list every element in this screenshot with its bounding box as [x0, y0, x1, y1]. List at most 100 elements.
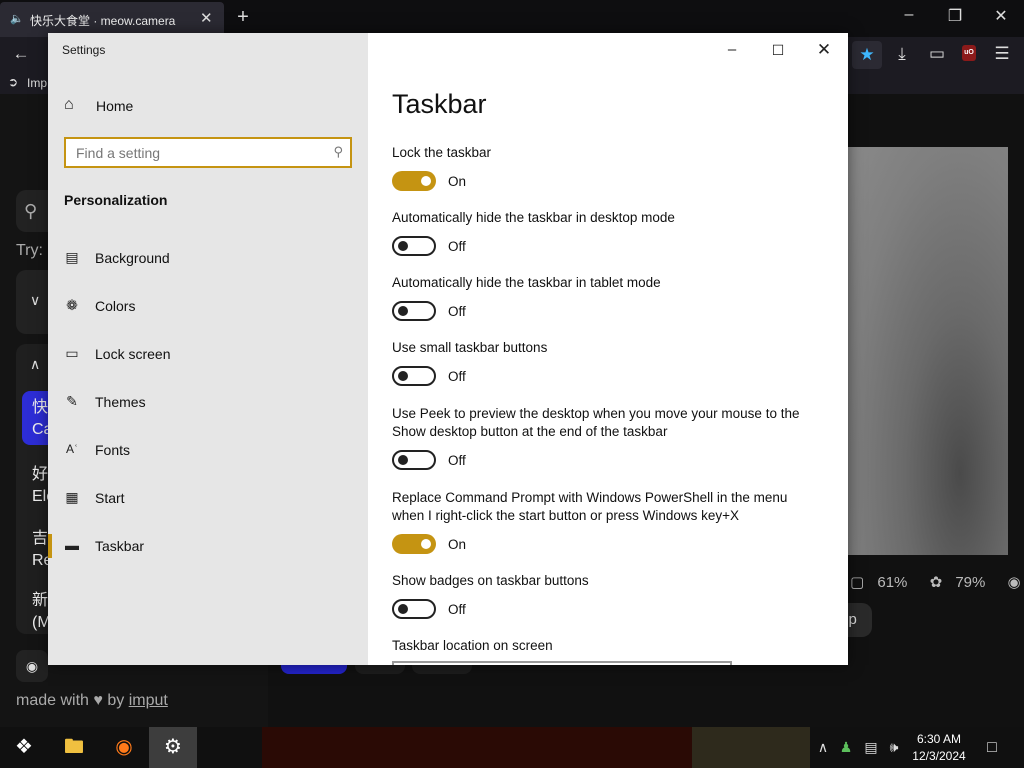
- bookmark-import[interactable]: Imp: [27, 76, 47, 90]
- clock-date: 12/3/2024: [912, 749, 966, 763]
- sidebar-item-label: Taskbar: [95, 538, 145, 554]
- taskbar-location-dropdown[interactable]: [392, 661, 732, 665]
- sidebar-item-label: Fonts: [95, 442, 131, 458]
- sidebar-item-label: Themes: [95, 394, 146, 410]
- firefox-icon[interactable]: ◉: [100, 727, 148, 768]
- autohide-tablet-label: Automatically hide the taskbar in tablet…: [392, 275, 661, 290]
- chevron-up-icon[interactable]: ∧: [30, 356, 40, 373]
- badges-state: Off: [448, 602, 466, 617]
- autohide-desktop-toggle[interactable]: [392, 236, 436, 256]
- lock-taskbar-toggle[interactable]: [392, 171, 436, 191]
- stat-1-icon: ▢: [850, 574, 865, 591]
- lock-screen-icon: ▭: [65, 345, 79, 361]
- autohide-desktop-label: Automatically hide the taskbar in deskto…: [392, 210, 675, 225]
- section-heading: Personalization: [64, 192, 168, 208]
- small-buttons-toggle[interactable]: [392, 366, 436, 386]
- autohide-tablet-state: Off: [448, 304, 466, 319]
- extensions-icon[interactable]: ▭: [922, 44, 952, 64]
- stat-2-icon: ✿: [929, 574, 943, 591]
- powershell-state: On: [448, 537, 467, 552]
- eye-icon: ◉: [1007, 574, 1021, 591]
- font-icon: Aʿ: [66, 442, 78, 456]
- picture-icon: ▤: [65, 249, 79, 265]
- peek-label: Use Peek to preview the desktop when you…: [392, 406, 800, 439]
- camera-feed-image: [848, 147, 1008, 555]
- stat-2: ✿ 79%: [929, 574, 986, 591]
- sidebar-item-label: Background: [95, 250, 170, 266]
- windows-start-icon[interactable]: ❖: [0, 727, 48, 768]
- find-setting-input[interactable]: [66, 139, 316, 166]
- browser-close-button[interactable]: ✕: [978, 6, 1024, 26]
- stat-3: ◉ 10: [1008, 574, 1024, 591]
- palette-icon: ❁: [66, 297, 78, 313]
- home-label: Home: [96, 98, 134, 114]
- ublock-icon[interactable]: uO: [962, 45, 976, 61]
- lock-taskbar-state: On: [448, 174, 467, 189]
- discord-icon[interactable]: ◉: [16, 650, 48, 682]
- browser-restore-button[interactable]: ❐: [932, 6, 978, 26]
- taskbar-icon: ▬: [65, 537, 79, 553]
- badges-label: Show badges on taskbar buttons: [392, 573, 589, 588]
- page-stats: ▢ 61% ✿ 79% ◉ 10: [850, 573, 1024, 591]
- settings-sidebar: Settings ⌂ Home ⚲ Personalization ▤ Back…: [48, 33, 368, 665]
- notification-icon[interactable]: □: [980, 727, 1004, 768]
- sidebar-item-background[interactable]: ▤ Background: [48, 238, 368, 278]
- autohide-desktop-state: Off: [448, 239, 466, 254]
- network-icon[interactable]: ▤: [860, 727, 882, 768]
- settings-main-pane: – ☐ ✕ Taskbar Lock the taskbar On Automa…: [368, 33, 848, 665]
- maximize-button[interactable]: ☐: [755, 39, 801, 61]
- peek-toggle[interactable]: [392, 450, 436, 470]
- windows-taskbar: ❖ 🖿 ◉ ⚙ ∧ ♟ ▤ 🕪 6:30 AM 12/3/2024 □: [0, 727, 1024, 768]
- powershell-toggle[interactable]: [392, 534, 436, 554]
- sidebar-item-taskbar[interactable]: ▬ Taskbar: [48, 526, 368, 566]
- powershell-label: Replace Command Prompt with Windows Powe…: [392, 490, 788, 523]
- brush-icon: ✎: [66, 393, 78, 409]
- file-explorer-icon[interactable]: 🖿: [50, 727, 98, 768]
- speaker-icon[interactable]: 🔈: [10, 12, 24, 25]
- close-button[interactable]: ✕: [801, 39, 847, 61]
- sidebar-item-colors[interactable]: ❁ Colors: [48, 286, 368, 326]
- small-buttons-label: Use small taskbar buttons: [392, 340, 548, 355]
- home-nav-item[interactable]: ⌂ Home: [48, 91, 368, 121]
- back-arrow-icon[interactable]: ←: [6, 44, 36, 64]
- close-tab-icon[interactable]: ✕: [200, 9, 213, 27]
- peek-state: Off: [448, 453, 466, 468]
- page-try-label: Try:: [16, 242, 43, 259]
- author-link[interactable]: imput: [129, 692, 168, 709]
- home-icon: ⌂: [64, 96, 74, 113]
- small-buttons-state: Off: [448, 369, 466, 384]
- download-icon[interactable]: ⤓: [887, 44, 917, 64]
- user-icon[interactable]: ♟: [836, 727, 856, 768]
- import-icon[interactable]: ➲: [8, 75, 18, 89]
- autohide-tablet-toggle[interactable]: [392, 301, 436, 321]
- new-tab-button[interactable]: +: [232, 6, 254, 29]
- taskbar-clock[interactable]: 6:30 AM 12/3/2024: [905, 731, 973, 765]
- bookmark-star-icon[interactable]: ★: [852, 41, 882, 69]
- settings-window-title: Settings: [62, 43, 106, 57]
- find-setting-search-box[interactable]: ⚲: [64, 137, 352, 168]
- browser-minimize-button[interactable]: –: [886, 6, 932, 24]
- volume-icon[interactable]: 🕪: [884, 727, 904, 768]
- badges-toggle[interactable]: [392, 599, 436, 619]
- sidebar-item-start[interactable]: ▦ Start: [48, 478, 368, 518]
- start-menu-icon: ▦: [65, 489, 79, 505]
- page-title: Taskbar: [392, 89, 487, 119]
- chevron-up-icon[interactable]: ∧: [814, 727, 832, 768]
- sidebar-item-themes[interactable]: ✎ Themes: [48, 382, 368, 422]
- sidebar-item-fonts[interactable]: Aʿ Fonts: [48, 430, 368, 470]
- minimize-button[interactable]: –: [709, 39, 755, 61]
- sidebar-item-label: Colors: [95, 298, 136, 314]
- stat-1: ▢ 61%: [850, 574, 908, 591]
- heart-icon: ♥: [93, 692, 103, 709]
- search-icon: ⚲: [333, 144, 343, 159]
- browser-tab[interactable]: 🔈 快乐大食堂 · meow.camera ✕: [0, 2, 224, 37]
- clock-time: 6:30 AM: [916, 732, 962, 746]
- settings-gear-icon[interactable]: ⚙: [149, 727, 197, 768]
- page-footer-credit: made with ♥ by imput: [16, 692, 168, 709]
- sidebar-item-label: Lock screen: [95, 346, 171, 362]
- menu-icon[interactable]: ☰: [987, 44, 1017, 64]
- sidebar-item-label: Start: [95, 490, 125, 506]
- sidebar-item-lock-screen[interactable]: ▭ Lock screen: [48, 334, 368, 374]
- taskbar-wallpaper-segment: [262, 727, 692, 768]
- browser-tab-title: 快乐大食堂 · meow.camera: [30, 14, 176, 28]
